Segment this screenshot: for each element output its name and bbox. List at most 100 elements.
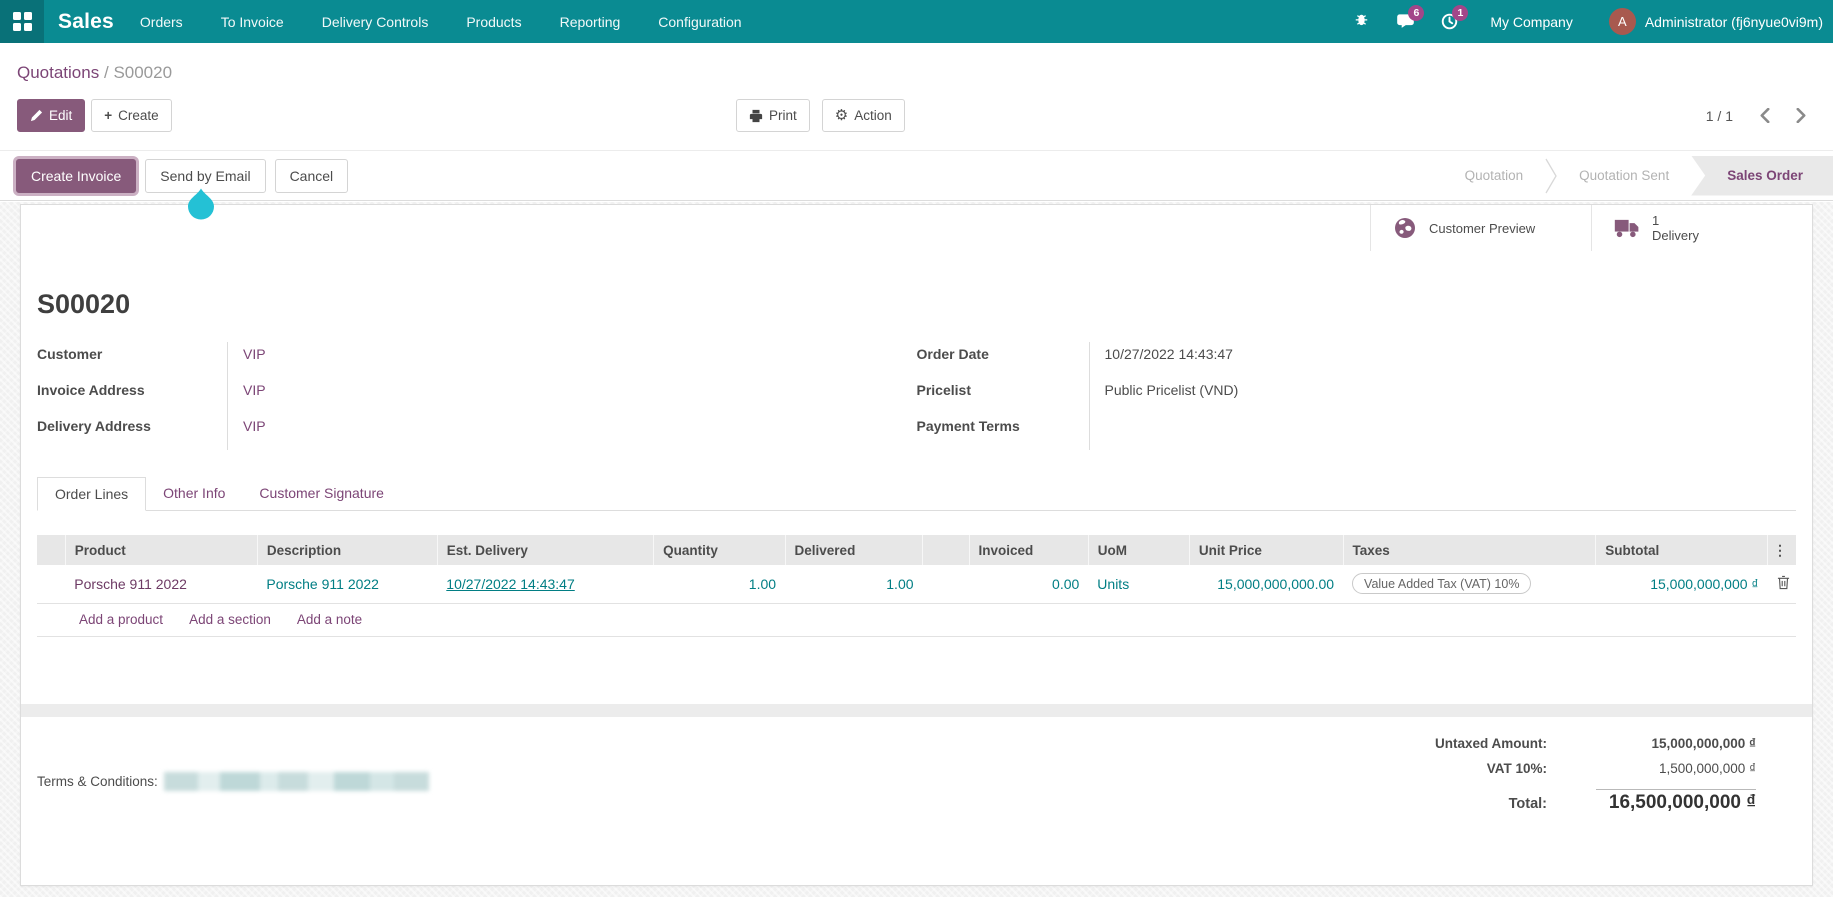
col-product: Product bbox=[65, 535, 257, 565]
field-groups: Customer VIP Invoice Address VIP Deliver… bbox=[37, 342, 1796, 450]
add-a-product-link[interactable]: Add a product bbox=[79, 612, 163, 627]
pager-next-icon[interactable] bbox=[1795, 108, 1807, 123]
debug-bug-icon[interactable] bbox=[1350, 11, 1372, 33]
onboarding-droplet-indicator[interactable] bbox=[186, 188, 216, 221]
col-invoiced: Invoiced bbox=[969, 535, 1088, 565]
edit-label: Edit bbox=[49, 108, 72, 123]
optional-columns-header: ⋮ bbox=[1768, 535, 1796, 565]
menu-configuration[interactable]: Configuration bbox=[658, 14, 741, 30]
pricelist-value: Public Pricelist (VND) bbox=[1089, 378, 1797, 414]
menu-to-invoice[interactable]: To Invoice bbox=[221, 14, 284, 30]
cell-description: Porsche 911 2022 bbox=[257, 565, 437, 603]
delivery-address-value[interactable]: VIP bbox=[243, 418, 266, 434]
delete-line-button[interactable] bbox=[1768, 565, 1796, 603]
form-view-background: Customer Preview 1 Delivery S00020 bbox=[0, 202, 1833, 897]
order-lines-table: Product Description Est. Delivery Quanti… bbox=[37, 535, 1796, 604]
tab-order-lines[interactable]: Order Lines bbox=[37, 477, 146, 511]
pager-previous-icon[interactable] bbox=[1759, 108, 1771, 123]
print-button[interactable]: Print bbox=[736, 99, 810, 132]
systray: 6 1 My Company A Administrator (fj6nyue0… bbox=[1350, 8, 1833, 35]
untaxed-amount-value: 15,000,000,000 ₫ bbox=[1561, 736, 1756, 751]
terms-link-redacted[interactable] bbox=[164, 772, 429, 791]
menu-delivery-controls[interactable]: Delivery Controls bbox=[322, 14, 429, 30]
delivery-button[interactable]: 1 Delivery bbox=[1591, 205, 1812, 251]
print-label: Print bbox=[769, 108, 797, 123]
tab-other-info[interactable]: Other Info bbox=[146, 477, 242, 511]
vat-value: 1,500,000,000 ₫ bbox=[1561, 761, 1756, 776]
grid-icon bbox=[13, 12, 32, 31]
order-date-label: Order Date bbox=[917, 342, 1089, 378]
order-line-row[interactable]: Porsche 911 2022 Porsche 911 2022 10/27/… bbox=[37, 565, 1796, 603]
totals-separator bbox=[1356, 789, 1756, 790]
breadcrumb-separator: / bbox=[104, 63, 109, 82]
payment-terms-value bbox=[1089, 414, 1797, 450]
menu-reporting[interactable]: Reporting bbox=[560, 14, 621, 30]
cell-uom: Units bbox=[1088, 565, 1189, 603]
col-delivered: Delivered bbox=[785, 535, 922, 565]
untaxed-amount-label: Untaxed Amount: bbox=[1356, 736, 1561, 751]
customer-preview-button[interactable]: Customer Preview bbox=[1370, 205, 1591, 251]
customer-label: Customer bbox=[37, 342, 227, 378]
col-subtotal: Subtotal bbox=[1596, 535, 1768, 565]
user-name: Administrator (fj6nyue0vi9m) bbox=[1645, 14, 1823, 30]
tab-customer-signature[interactable]: Customer Signature bbox=[242, 477, 401, 511]
breadcrumb-quotations[interactable]: Quotations bbox=[17, 63, 99, 82]
apps-menu-icon[interactable] bbox=[0, 0, 44, 43]
activities-badge: 1 bbox=[1452, 5, 1468, 21]
company-switcher[interactable]: My Company bbox=[1490, 14, 1572, 30]
col-est-delivery: Est. Delivery bbox=[437, 535, 653, 565]
smart-button-box: Customer Preview 1 Delivery bbox=[1370, 205, 1812, 251]
action-button[interactable]: ⚙ Action bbox=[822, 99, 905, 132]
cp-action-buttons: Print ⚙ Action bbox=[736, 99, 905, 132]
table-header-row: Product Description Est. Delivery Quanti… bbox=[37, 535, 1796, 565]
pencil-icon bbox=[30, 109, 43, 122]
delivery-count: 1 bbox=[1652, 213, 1659, 228]
invoice-address-value[interactable]: VIP bbox=[243, 382, 266, 398]
activities-clock-icon[interactable]: 1 bbox=[1438, 11, 1460, 33]
customer-value[interactable]: VIP bbox=[243, 346, 266, 362]
section-divider bbox=[21, 704, 1812, 717]
cell-taxes-badge: Value Added Tax (VAT) 10% bbox=[1352, 573, 1531, 594]
app-name[interactable]: Sales bbox=[58, 10, 114, 34]
user-menu[interactable]: A Administrator (fj6nyue0vi9m) bbox=[1609, 8, 1823, 35]
delivery-address-label: Delivery Address bbox=[37, 414, 227, 450]
handle-column-header bbox=[37, 535, 65, 565]
col-uom: UoM bbox=[1088, 535, 1189, 565]
cell-product[interactable]: Porsche 911 2022 bbox=[74, 576, 187, 592]
avatar: A bbox=[1609, 8, 1636, 35]
form-sheet: Customer Preview 1 Delivery S00020 bbox=[20, 204, 1813, 886]
create-button[interactable]: + Create bbox=[91, 99, 171, 132]
list-add-row: Add a product Add a section Add a note bbox=[37, 604, 1796, 637]
cell-gap bbox=[923, 565, 970, 603]
cell-est-delivery: 10/27/2022 14:43:47 bbox=[446, 576, 574, 592]
stage-quotation[interactable]: Quotation bbox=[1443, 168, 1546, 183]
notebook-tabs: Order Lines Other Info Customer Signatur… bbox=[37, 476, 1796, 511]
statusbar: Create Invoice Send by Email Cancel Quot… bbox=[0, 150, 1833, 201]
cell-quantity: 1.00 bbox=[654, 565, 785, 603]
optional-columns-toggle-icon[interactable]: ⋮ bbox=[1773, 542, 1787, 559]
customer-preview-label: Customer Preview bbox=[1429, 221, 1539, 236]
cell-invoiced: 0.00 bbox=[969, 565, 1088, 603]
messages-icon[interactable]: 6 bbox=[1394, 11, 1416, 33]
order-date-value: 10/27/2022 14:43:47 bbox=[1089, 342, 1797, 378]
pager-value[interactable]: 1 / 1 bbox=[1706, 108, 1733, 124]
payment-terms-label: Payment Terms bbox=[917, 414, 1089, 450]
cancel-button[interactable]: Cancel bbox=[275, 159, 349, 193]
stage-quotation-sent[interactable]: Quotation Sent bbox=[1557, 168, 1691, 183]
add-a-section-link[interactable]: Add a section bbox=[189, 612, 271, 627]
menu-orders[interactable]: Orders bbox=[140, 14, 183, 30]
edit-button[interactable]: Edit bbox=[17, 99, 85, 132]
cp-buttons: Edit + Create bbox=[17, 99, 172, 132]
create-label: Create bbox=[118, 108, 159, 123]
add-a-note-link[interactable]: Add a note bbox=[297, 612, 362, 627]
messages-badge: 6 bbox=[1408, 5, 1424, 21]
cell-delivered: 1.00 bbox=[785, 565, 922, 603]
trash-icon bbox=[1777, 575, 1790, 590]
action-label: Action bbox=[854, 108, 892, 123]
menu-products[interactable]: Products bbox=[466, 14, 521, 30]
stage-separator-icon bbox=[1545, 158, 1557, 194]
control-panel: Quotations / S00020 Edit + Create Print … bbox=[0, 43, 1833, 150]
breadcrumb: Quotations / S00020 bbox=[0, 43, 1833, 83]
create-invoice-button[interactable]: Create Invoice bbox=[16, 159, 136, 193]
stage-sales-order[interactable]: Sales Order bbox=[1691, 156, 1833, 196]
